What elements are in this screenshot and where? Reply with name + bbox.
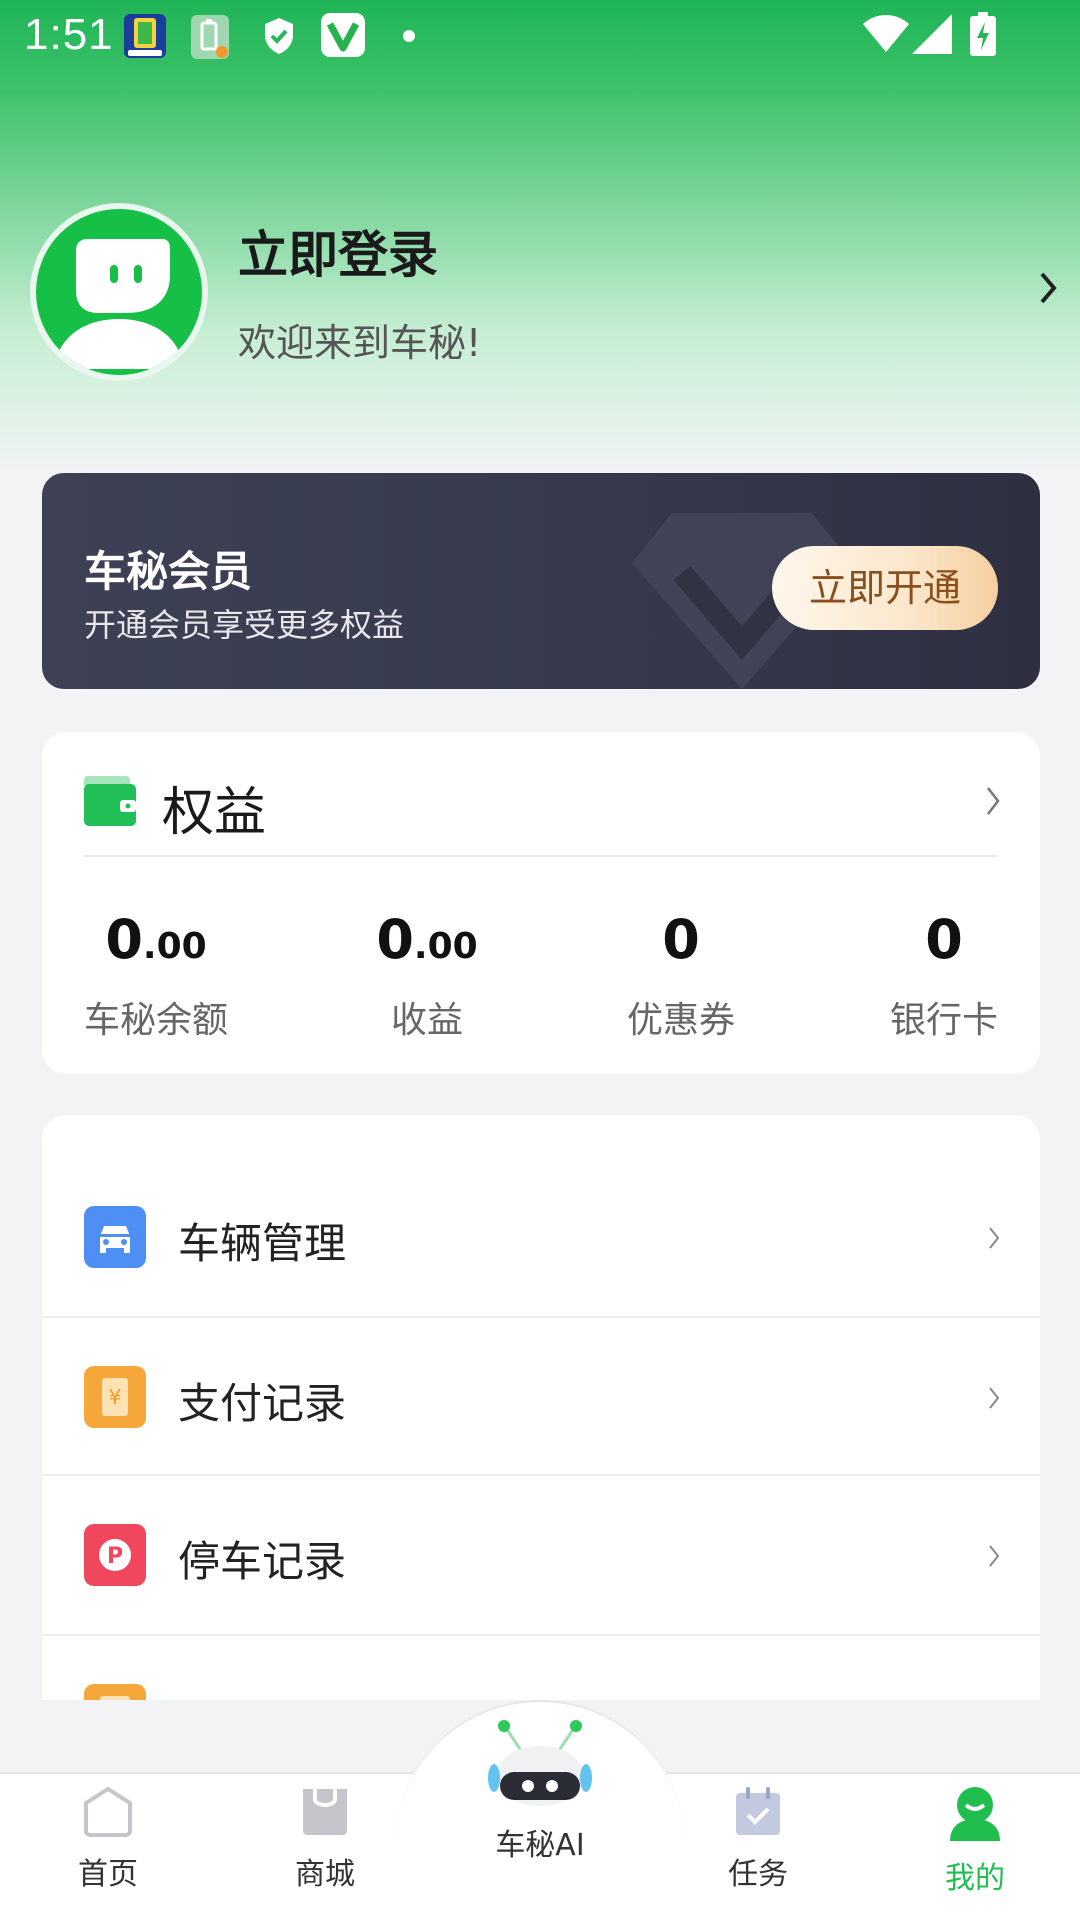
avatar[interactable]	[30, 203, 208, 381]
battery-warning-icon	[191, 15, 229, 59]
stat-value: 0.00	[376, 908, 478, 971]
nav-label: 商城	[295, 1857, 355, 1892]
stat-bank-cards[interactable]: 0 银行卡	[834, 910, 1054, 1043]
stat-label: 收益	[390, 1000, 463, 1041]
vip-subtitle: 开通会员享受更多权益	[84, 606, 405, 644]
nav-item-profile[interactable]: 我的	[895, 1785, 1055, 1897]
stat-coupons[interactable]: 0 优惠券	[571, 910, 791, 1043]
stat-label: 优惠券	[626, 1000, 735, 1041]
nav-item-task[interactable]: 任务	[678, 1785, 838, 1893]
activate-vip-button[interactable]: 立即开通	[772, 546, 998, 630]
svg-text:¥: ¥	[109, 1385, 122, 1409]
status-time: 1:51	[24, 10, 114, 59]
nav-item-shop[interactable]: 商城	[245, 1785, 405, 1893]
rights-title: 权益	[162, 783, 267, 843]
stat-label: 银行卡	[889, 1000, 998, 1041]
welcome-text: 欢迎来到车秘!	[238, 321, 482, 365]
stat-value: 0.00	[105, 908, 207, 971]
menu-label: 我的发票	[178, 1688, 346, 1700]
invoice-icon	[84, 1684, 146, 1700]
parking-icon: P	[84, 1524, 146, 1586]
stat-value: 0	[662, 908, 700, 971]
vip-title: 车秘会员	[84, 547, 253, 596]
menu-label: 支付记录	[178, 1379, 347, 1428]
nav-item-home[interactable]: 首页	[28, 1785, 188, 1893]
car-icon	[84, 1206, 146, 1268]
payment-icon: ¥	[84, 1366, 146, 1428]
nav-label: 我的	[945, 1861, 1005, 1896]
robot-icon	[488, 1720, 592, 1806]
nav-label: 首页	[78, 1857, 138, 1892]
dot-icon	[403, 30, 415, 42]
wifi-icon	[863, 15, 909, 52]
chevron-right-icon[interactable]	[1038, 270, 1058, 306]
rights-chevron-icon[interactable]	[986, 786, 1000, 816]
stat-value: 0	[925, 908, 963, 971]
nav-label: 任务	[728, 1857, 788, 1892]
avatar-face-icon	[54, 239, 184, 369]
stat-earnings[interactable]: 0.00 收益	[317, 910, 537, 1043]
v-app-icon	[321, 13, 365, 57]
nav-item-ai[interactable]: 车秘AI	[460, 1716, 620, 1864]
shop-bag-icon	[303, 1789, 347, 1835]
chevron-right-icon	[989, 1545, 1000, 1567]
chevron-right-icon	[989, 1227, 1000, 1249]
menu-item-invoice[interactable]: 我的发票	[42, 1636, 1040, 1700]
wallet-icon	[84, 776, 136, 826]
home-icon	[84, 1786, 132, 1837]
profile-icon	[950, 1787, 1000, 1841]
login-title[interactable]: 立即登录	[238, 215, 438, 287]
menu-label: 停车记录	[178, 1537, 347, 1586]
battery-charging-icon	[970, 12, 996, 56]
nav-label: 车秘AI	[495, 1828, 585, 1863]
menu-label: 车辆管理	[178, 1219, 347, 1268]
svg-text:P: P	[107, 1544, 123, 1569]
stat-balance[interactable]: 0.00 车秘余额	[46, 910, 266, 1043]
stat-label: 车秘余额	[83, 1000, 228, 1041]
app-icon	[124, 14, 166, 58]
task-calendar-icon	[736, 1787, 780, 1835]
shield-icon	[265, 18, 293, 54]
chevron-right-icon	[989, 1387, 1000, 1409]
signal-icon	[912, 14, 952, 54]
rights-divider	[84, 855, 998, 857]
